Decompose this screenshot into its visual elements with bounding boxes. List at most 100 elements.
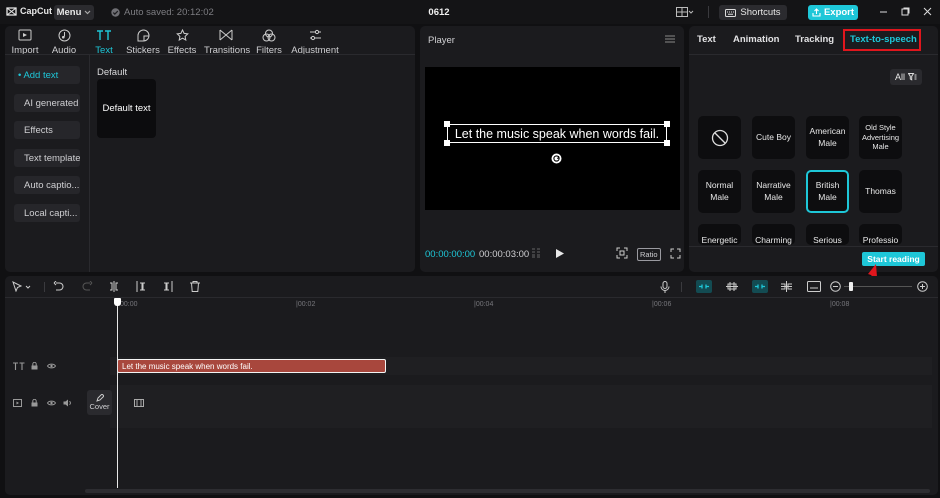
microphone-icon[interactable] <box>660 281 670 293</box>
shortcuts-button[interactable]: Shortcuts <box>719 5 787 20</box>
caption-text-box[interactable]: Let the music speak when words fail. <box>447 124 667 143</box>
minimize-icon[interactable] <box>879 7 888 16</box>
maximize-icon[interactable] <box>901 7 910 16</box>
autosave-text: Auto saved: 20:12:02 <box>124 7 214 18</box>
tab-text[interactable]: Text <box>82 29 126 56</box>
voice-thomas[interactable]: Thomas <box>859 170 902 213</box>
rotate-handle-icon[interactable] <box>551 153 562 164</box>
tab-effects[interactable]: Effects <box>160 29 204 56</box>
right-panel-divider <box>689 54 938 55</box>
voice-british-male[interactable]: British Male <box>806 170 849 213</box>
fullscreen-icon[interactable] <box>670 248 681 259</box>
menu-button[interactable]: Menu <box>54 5 94 20</box>
voice-charming[interactable]: Charming <box>752 224 795 245</box>
voice-normal-male[interactable]: Normal Male <box>698 170 741 213</box>
zoom-out-icon[interactable] <box>830 281 841 292</box>
autosave-status: Auto saved: 20:12:02 <box>111 7 214 18</box>
eye-icon[interactable] <box>47 400 56 406</box>
resize-handle-br[interactable] <box>664 140 670 146</box>
zoom-in-icon[interactable] <box>917 281 928 292</box>
voice-narrative-male[interactable]: Narrative Male <box>752 170 795 213</box>
playhead[interactable] <box>117 298 118 488</box>
playhead-handle[interactable] <box>114 298 121 306</box>
toolbar-divider <box>5 54 415 55</box>
close-icon[interactable] <box>923 7 932 16</box>
capcut-logo-icon <box>6 6 17 16</box>
hamburger-menu-icon[interactable] <box>665 35 675 43</box>
fit-screen-icon[interactable] <box>616 247 628 259</box>
timeline-grid-icon[interactable] <box>531 248 545 258</box>
split-left-icon[interactable] <box>135 281 147 292</box>
tab-animation[interactable]: Animation <box>733 34 779 45</box>
tab-import[interactable]: Import <box>3 29 47 56</box>
zoom-slider-handle[interactable] <box>849 282 853 291</box>
sidebar-item-text-template[interactable]: Text template <box>14 149 80 167</box>
tab-text-props[interactable]: Text <box>697 34 716 45</box>
current-timecode: 00:00:00:00 <box>425 249 476 260</box>
filters-icon <box>262 29 276 42</box>
delete-icon[interactable] <box>190 281 200 292</box>
cover-label: Cover <box>89 402 110 411</box>
redo-icon[interactable] <box>82 281 93 292</box>
layout-icon[interactable] <box>676 7 694 17</box>
select-tool-icon[interactable] <box>12 281 32 292</box>
tab-transitions[interactable]: Transitions <box>204 29 250 56</box>
voice-filter-button[interactable]: All <box>890 69 922 85</box>
filter-icon <box>908 73 917 81</box>
split-right-icon[interactable] <box>162 281 174 292</box>
keyboard-icon <box>725 8 737 17</box>
default-text-card[interactable]: Default text <box>97 79 156 138</box>
app-name: CapCut <box>20 6 52 16</box>
resize-handle-tr[interactable] <box>664 121 670 127</box>
import-icon <box>18 29 32 41</box>
sidebar-item-effects[interactable]: Effects <box>14 121 80 139</box>
voice-none[interactable] <box>698 116 741 159</box>
shortcuts-label: Shortcuts <box>740 7 781 18</box>
resize-handle-tl[interactable] <box>444 121 450 127</box>
sidebar-item-ai-generated[interactable]: AI generated <box>14 94 80 112</box>
voice-energetic[interactable]: Energetic <box>698 224 741 245</box>
tab-audio[interactable]: Audio <box>42 29 86 56</box>
film-strip-icon <box>134 399 144 407</box>
zoom-slider-track[interactable] <box>844 286 912 287</box>
export-button[interactable]: Export <box>808 5 858 20</box>
lock-icon[interactable] <box>31 399 38 407</box>
tab-stickers[interactable]: Stickers <box>121 29 165 56</box>
linkage-icon[interactable] <box>725 281 739 292</box>
ratio-button[interactable]: Ratio <box>637 248 661 261</box>
voice-old-style-advertising-male[interactable]: Old Style Advertising Male <box>859 116 902 159</box>
timeline-horizontal-scrollbar[interactable] <box>85 489 930 493</box>
voice-cute-boy[interactable]: Cute Boy <box>752 116 795 159</box>
undo-icon[interactable] <box>53 281 64 292</box>
ruler-label: |00:06 <box>652 301 672 308</box>
voice-american-male[interactable]: American Male <box>806 116 849 159</box>
sidebar-item-auto-captions[interactable]: Auto captio... <box>14 176 80 194</box>
play-icon[interactable] <box>556 249 564 258</box>
edit-pencil-icon <box>95 394 104 402</box>
speaker-icon[interactable] <box>63 399 72 407</box>
lock-icon[interactable] <box>31 362 38 370</box>
timeline-toolbar-divider <box>5 297 938 298</box>
split-icon[interactable] <box>108 281 120 292</box>
resize-handle-bl[interactable] <box>444 140 450 146</box>
caption-preview-icon[interactable] <box>807 281 821 292</box>
text-clip[interactable]: Let the music speak when words fail. <box>117 359 386 373</box>
ruler-label: |00:04 <box>474 301 494 308</box>
audio-icon <box>58 29 70 42</box>
tab-tracking[interactable]: Tracking <box>795 34 834 45</box>
export-label: Export <box>823 7 855 18</box>
sidebar-item-local-captions[interactable]: Local capti... <box>14 204 80 222</box>
sidebar-item-add-text[interactable]: • Add text <box>14 66 80 84</box>
app-logo: CapCut <box>6 6 52 16</box>
tab-filters[interactable]: Filters <box>247 29 291 56</box>
main-video-track[interactable] <box>110 385 932 428</box>
voice-professional[interactable]: Professio <box>859 224 902 245</box>
eye-icon[interactable] <box>47 363 56 369</box>
main-track-magnet-icon[interactable] <box>752 280 768 293</box>
tab-adjustment[interactable]: Adjustment <box>291 29 339 56</box>
preview-axis-icon[interactable] <box>780 281 793 292</box>
voice-serious[interactable]: Serious <box>806 224 849 245</box>
title-divider <box>708 6 709 18</box>
cover-button[interactable]: Cover <box>87 390 112 415</box>
magnet-snap-icon[interactable] <box>696 280 712 293</box>
